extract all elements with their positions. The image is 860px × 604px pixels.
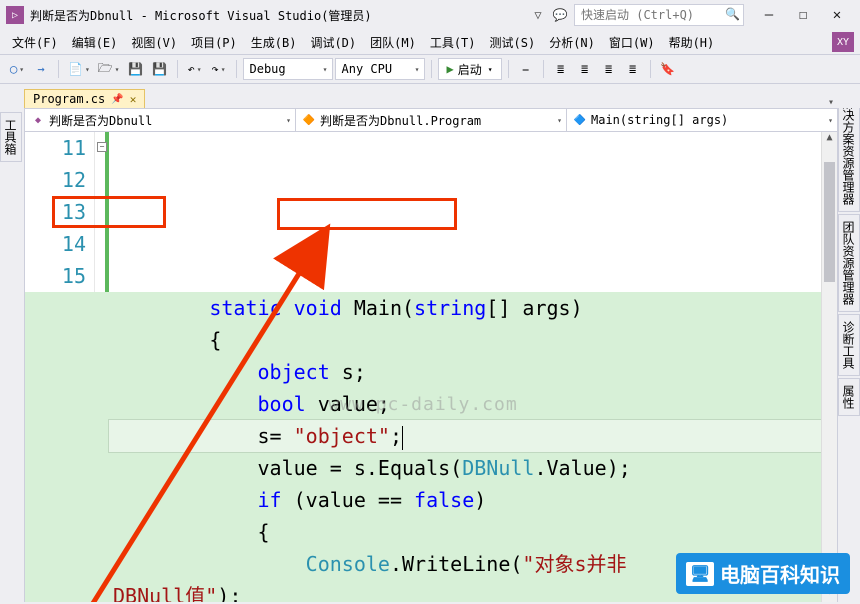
nav-class[interactable]: 🔶判断是否为Dbnull.Program (296, 109, 567, 131)
scrollbar-thumb[interactable] (824, 162, 835, 282)
code-editor[interactable]: 11121314151617181920212223 − static void… (25, 132, 821, 602)
bookmark-button[interactable]: 🔖 (657, 58, 679, 80)
toolbox-tab[interactable]: 工具箱 (0, 112, 22, 162)
config-select[interactable]: Debug (243, 58, 333, 80)
team-explorer-tab[interactable]: 团队资源管理器 (838, 214, 860, 312)
window-title: 判断是否为Dbnull - Microsoft Visual Studio(管理… (30, 7, 372, 24)
document-tabs: Program.cs 📌 ✕ ▾ (0, 84, 860, 108)
menubar: 文件(F) 编辑(E) 视图(V) 项目(P) 生成(B) 调试(D) 团队(M… (0, 30, 860, 54)
menu-build[interactable]: 生成(B) (245, 32, 303, 53)
vs-logo-icon: ▷ (6, 6, 24, 24)
maximize-button[interactable]: ☐ (786, 3, 820, 27)
menu-help[interactable]: 帮助(H) (663, 32, 721, 53)
titlebar: ▷ 判断是否为Dbnull - Microsoft Visual Studio(… (0, 0, 860, 30)
forward-button[interactable]: → (30, 58, 52, 80)
right-tabs: 解决方案资源管理器 团队资源管理器 诊断工具 属性 (838, 90, 860, 418)
redo-button[interactable]: ↷ (208, 58, 230, 80)
solution-explorer-tab[interactable]: 解决方案资源管理器 (838, 90, 860, 212)
code-line[interactable]: bool value; (109, 388, 821, 420)
menu-edit[interactable]: 编辑(E) (66, 32, 124, 53)
menu-tools[interactable]: 工具(T) (424, 32, 482, 53)
nav-project[interactable]: ◆判断是否为Dbnull (25, 109, 296, 131)
site-logo-icon: 🖥 (686, 562, 714, 586)
code-line[interactable]: { (109, 516, 821, 548)
code-line[interactable]: { (109, 324, 821, 356)
notify-icon[interactable]: ▽ (530, 7, 546, 23)
tab-label: Program.cs (33, 92, 105, 106)
tabwell-dropdown-icon[interactable]: ▾ (828, 97, 834, 108)
menu-project[interactable]: 项目(P) (185, 32, 243, 53)
back-button[interactable]: ◯ (6, 58, 28, 80)
undo-button[interactable]: ↶ (184, 58, 206, 80)
pin-icon[interactable]: 📌 (111, 94, 123, 105)
menu-analyze[interactable]: 分析(N) (543, 32, 601, 53)
annotation-box (277, 198, 457, 230)
quicklaunch-input[interactable] (574, 4, 744, 26)
menu-view[interactable]: 视图(V) (125, 32, 183, 53)
annotation-box (52, 196, 166, 228)
start-debug-button[interactable]: ▶启动▾ (438, 58, 502, 80)
user-badge[interactable]: XY (832, 32, 854, 52)
open-button[interactable]: 🗁 (95, 58, 123, 80)
close-button[interactable]: ✕ (820, 3, 854, 27)
nav-method[interactable]: 🔷Main(string[] args) (567, 109, 837, 131)
outdent-button[interactable]: ≣ (574, 58, 596, 80)
menu-test[interactable]: 测试(S) (484, 32, 542, 53)
comment-button[interactable]: ≣ (598, 58, 620, 80)
menu-window[interactable]: 窗口(W) (603, 32, 661, 53)
quicklaunch: ▽ 💬 🔍 (530, 4, 744, 26)
nav-bar: ◆判断是否为Dbnull 🔶判断是否为Dbnull.Program 🔷Main(… (24, 108, 838, 132)
search-icon: 🔍 (725, 7, 740, 21)
properties-tab[interactable]: 属性 (838, 378, 860, 416)
fold-minus-icon[interactable]: − (97, 142, 107, 152)
editor: 11121314151617181920212223 − static void… (24, 132, 838, 602)
code-line[interactable]: value = s.Equals(DBNull.Value); (109, 452, 821, 484)
code-line[interactable]: object s; (109, 356, 821, 388)
scroll-up-icon[interactable]: ▲ (822, 132, 837, 148)
diagnostics-tab[interactable]: 诊断工具 (838, 314, 860, 376)
menu-team[interactable]: 团队(M) (364, 32, 422, 53)
menu-file[interactable]: 文件(F) (6, 32, 64, 53)
code-line[interactable]: static void Main(string[] args) (109, 292, 821, 324)
platform-select[interactable]: Any CPU (335, 58, 425, 80)
new-project-button[interactable]: 📄 (65, 58, 93, 80)
uncomment-button[interactable]: ≣ (622, 58, 644, 80)
step-button[interactable]: ⎯ (515, 58, 537, 80)
save-button[interactable]: 💾 (125, 58, 147, 80)
vertical-scrollbar[interactable]: ▲ ▼ (821, 132, 837, 602)
menu-debug[interactable]: 调试(D) (304, 32, 362, 53)
tab-close-icon[interactable]: ✕ (130, 93, 137, 106)
code-line[interactable]: s= "object"; (109, 420, 821, 452)
site-badge: 🖥 电脑百科知识 (676, 553, 850, 594)
save-all-button[interactable]: 💾 (149, 58, 171, 80)
minimize-button[interactable]: — (752, 3, 786, 27)
feedback-icon[interactable]: 💬 (552, 7, 568, 23)
document-tab-program[interactable]: Program.cs 📌 ✕ (24, 89, 145, 108)
code-line[interactable]: if (value == false) (109, 484, 821, 516)
toolbar: ◯ → 📄 🗁 💾 💾 ↶ ↷ Debug Any CPU ▶启动▾ ⎯ ≣ ≣… (0, 54, 860, 84)
indent-button[interactable]: ≣ (550, 58, 572, 80)
